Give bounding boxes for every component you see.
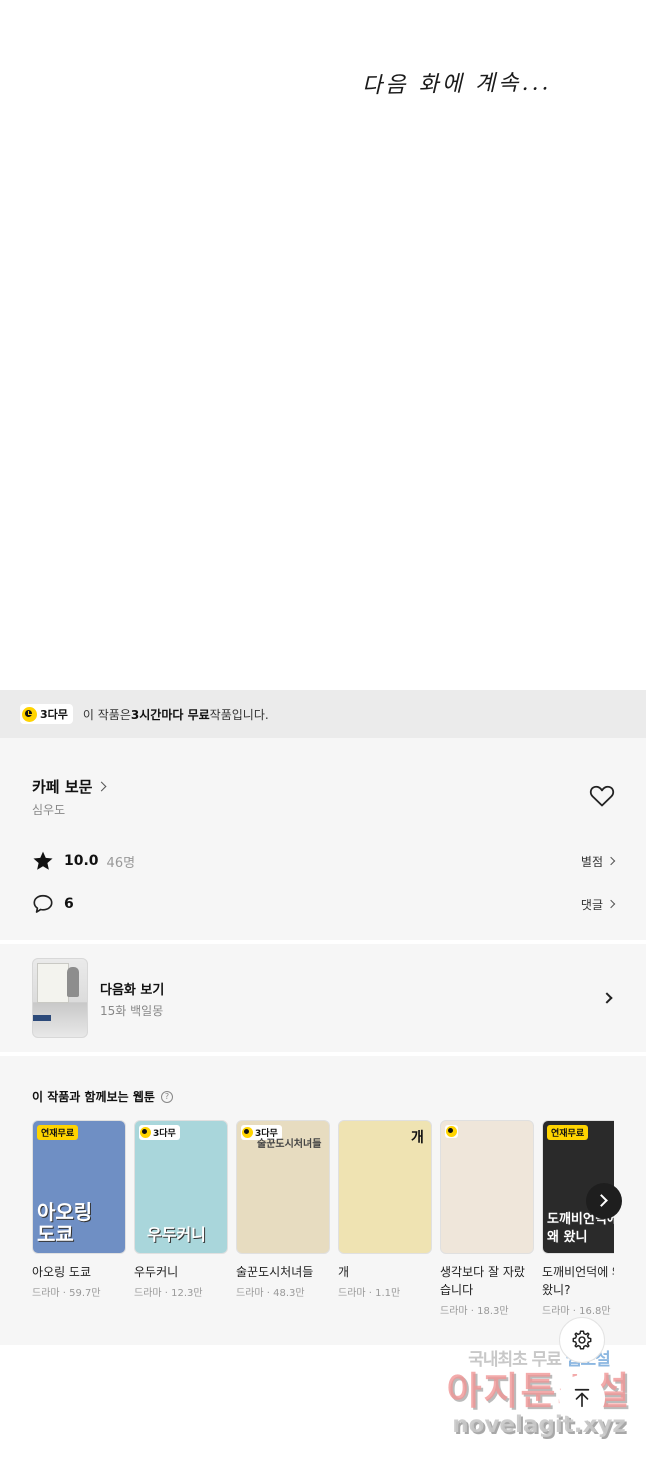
recommendation-meta: 드라마 · 48.3만 xyxy=(236,1288,305,1299)
next-episode-thumbnail xyxy=(32,958,88,1038)
recommendation-meta: 드라마 · 1.1만 xyxy=(338,1288,401,1299)
recommendation-title: 개 xyxy=(338,1265,350,1279)
recommendations-title: 이 작품과 함께보는 웹툰 xyxy=(32,1090,155,1104)
next-episode-subtitle: 15화 백일몽 xyxy=(100,1004,164,1018)
recommendation-cover-logo: 개 xyxy=(411,1130,424,1146)
recommendation-title: 우두커니 xyxy=(134,1265,179,1279)
recommendation-title: 도깨비언덕에 왜 왔니? xyxy=(542,1265,614,1297)
watermark-line1: 국내최초 무료 웹소설 xyxy=(444,1345,634,1370)
clock-icon xyxy=(140,1127,151,1138)
scroll-top-button[interactable] xyxy=(559,1375,605,1421)
comments-row: 6 댓글 xyxy=(32,893,616,915)
settings-button[interactable] xyxy=(559,1317,605,1363)
watermark: 국내최초 무료 웹소설 아지툰소설 novelagit.xyz xyxy=(444,1345,634,1438)
recommendation-title: 아오링 도쿄 xyxy=(32,1265,92,1279)
recommendations-heading: 이 작품과 함께보는 웹툰 ? xyxy=(32,1088,173,1105)
recommendation-meta: 드라마 · 16.8만 xyxy=(542,1306,611,1317)
recommendation-card[interactable]: 3다무 우두커니 우두커니 드라마 · 12.3만 xyxy=(134,1120,228,1299)
next-episode-card[interactable]: 다음화 보기 15화 백일몽 xyxy=(0,944,646,1052)
series-info: 카페 보문 심우도 10.0 46명 별점 6 댓글 xyxy=(0,738,646,940)
recommendation-card[interactable]: 생각보다 잘 자랐습니다드라마 · 18.3만 xyxy=(440,1120,534,1317)
recommendations-section: 이 작품과 함께보는 웹툰 ? 연재무료 아오링 도쿄 아오링 도쿄 드라마 · 59… xyxy=(0,1056,646,1345)
free-notice-text-post: 작품입니다. xyxy=(209,707,269,722)
free-notice-text-bold: 3시간마다 무료 xyxy=(130,707,210,722)
chevron-right-icon xyxy=(595,1194,608,1207)
comments-link-label: 댓글 xyxy=(580,897,603,912)
recommendation-cover-logo: 아오링 도쿄 xyxy=(37,1200,93,1246)
chevron-right-icon xyxy=(96,781,107,792)
chevron-right-icon xyxy=(601,992,613,1004)
recommendation-cover: 3다무 술꾼도시처녀들 xyxy=(236,1120,330,1254)
wait-free-badge: 3다무 xyxy=(20,704,73,724)
heart-icon[interactable] xyxy=(589,784,615,808)
recommendation-cover xyxy=(440,1120,534,1254)
recommendation-tag-label: 3다무 xyxy=(153,1129,176,1139)
watermark-line2: 아지툰소설 xyxy=(446,1369,632,1413)
recommendation-title: 생각보다 잘 자랐습니다 xyxy=(440,1265,525,1297)
chevron-right-icon xyxy=(606,856,616,866)
recommendation-cover: 연재무료아오링 도쿄 xyxy=(32,1120,126,1254)
recommendations-carousel: 연재무료 아오링 도쿄 아오링 도쿄 드라마 · 59.7만 3다무 우두커니 우두커니 드라… xyxy=(32,1120,614,1340)
free-notice-banner: 3다무 이 작품은 3시간마다 무료 작품입니다. xyxy=(0,690,646,738)
recommendation-tag: 3다무 xyxy=(139,1125,180,1140)
recommendation-cover-logo: 술꾼도시처녀들 xyxy=(257,1139,322,1150)
recommendation-card[interactable]: 연재무료 아오링 도쿄 아오링 도쿄 드라마 · 59.7만 xyxy=(32,1120,126,1299)
recommendation-tag xyxy=(445,1125,458,1138)
recommendation-meta: 드라마 · 18.3만 xyxy=(440,1306,509,1317)
star-icon xyxy=(33,851,53,870)
carousel-next-button[interactable] xyxy=(586,1183,622,1219)
help-icon[interactable]: ? xyxy=(160,1090,173,1103)
clock-icon xyxy=(446,1126,457,1137)
recommendation-meta: 드라마 · 12.3만 xyxy=(134,1288,203,1299)
recommendation-card[interactable]: 개 개 드라마 · 1.1만 xyxy=(338,1120,432,1299)
arrow-up-icon xyxy=(574,1388,590,1408)
rating-link[interactable]: 별점 xyxy=(580,853,616,870)
gear-icon xyxy=(572,1330,592,1350)
comments-count: 6 xyxy=(64,896,74,912)
rating-link-label: 별점 xyxy=(580,854,603,869)
recommendation-meta: 드라마 · 59.7만 xyxy=(32,1288,101,1299)
comment-bubble-icon xyxy=(33,894,53,913)
watermark-line1-a: 국내최초 무료 xyxy=(468,1350,562,1370)
recommendation-cover-logo: 우두커니 xyxy=(147,1225,206,1244)
recommendation-card[interactable]: 3다무 술꾼도시처녀들 술꾼도시처녀들 드라마 · 48.3만 xyxy=(236,1120,330,1299)
rating-value: 10.0 xyxy=(64,853,99,869)
recommendation-tag: 연재무료 xyxy=(547,1125,589,1140)
rating-count: 46명 xyxy=(106,855,136,871)
comments-link[interactable]: 댓글 xyxy=(580,896,616,913)
page: 다음 화에 계속... 3다무 이 작품은 3시간마다 무료 작품입니다. 카페… xyxy=(0,0,646,1461)
watermark-line3: novelagit.xyz xyxy=(452,1412,626,1438)
free-notice-text-pre: 이 작품은 xyxy=(82,707,131,722)
rating-row: 10.0 46명 별점 xyxy=(32,850,616,872)
chevron-right-icon xyxy=(606,899,616,909)
comic-handwritten-text: 다음 화에 계속... xyxy=(361,70,552,99)
wait-free-badge-label: 3다무 xyxy=(40,708,68,721)
series-title: 카페 보문 xyxy=(32,778,93,796)
recommendation-cover: 개 xyxy=(338,1120,432,1254)
series-title-link[interactable]: 카페 보문 xyxy=(32,776,107,797)
recommendation-title: 술꾼도시처녀들 xyxy=(236,1265,314,1279)
thumbnail-window xyxy=(37,963,69,1003)
clock-icon xyxy=(22,706,37,722)
thumbnail-cat xyxy=(67,967,79,997)
recommendation-cover: 3다무우두커니 xyxy=(134,1120,228,1254)
recommendation-tag: 연재무료 xyxy=(37,1125,79,1140)
series-author: 심우도 xyxy=(32,803,66,817)
thumbnail-rug xyxy=(33,1015,51,1021)
next-episode-label: 다음화 보기 xyxy=(100,983,165,998)
clock-icon xyxy=(242,1127,253,1138)
comic-panel: 다음 화에 계속... xyxy=(0,0,646,690)
